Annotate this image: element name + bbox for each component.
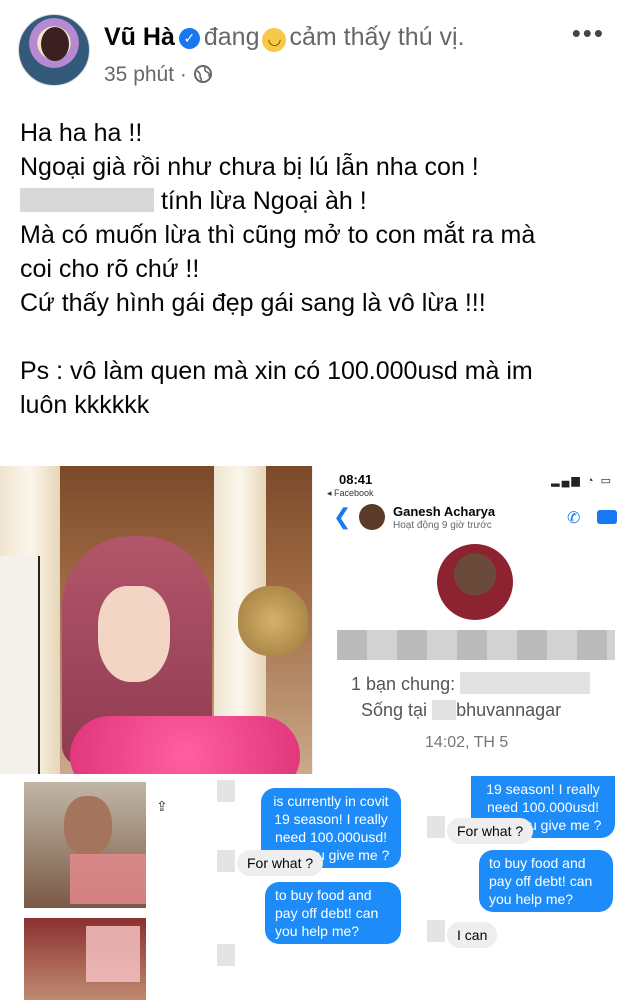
chat-timestamp: 14:02, TH 5 xyxy=(425,734,509,751)
phone-icon: ✆ xyxy=(567,510,581,527)
author-name[interactable]: Vũ Hà xyxy=(104,23,175,51)
woman-photo[interactable] xyxy=(0,466,312,774)
text-line: luôn kkkkkk xyxy=(20,391,150,419)
post-meta: 35 phút · xyxy=(104,62,213,88)
status-bar-icons: ▂▄▆ ◔ ▭ xyxy=(551,475,613,487)
blurred-avatar xyxy=(217,780,235,802)
contact-name: Ganesh Acharya xyxy=(393,504,496,519)
piano xyxy=(0,556,40,774)
back-chevron-icon: ❮ xyxy=(333,504,352,529)
blurred-avatar xyxy=(427,816,445,838)
messenger-screenshot-chat-2[interactable]: 19 season! I really need 100.000usd! Can… xyxy=(423,776,627,1000)
post-text: Ha ha ha !! Ngoại già rồi như chưa bị lú… xyxy=(20,116,610,422)
sent-message: to buy food and pay off debt! can you he… xyxy=(265,882,401,944)
contact-avatar-large xyxy=(437,544,513,620)
slightly-smiling-face-icon: ◡ xyxy=(262,28,287,52)
mutual-label: 1 bạn chung: xyxy=(351,674,456,694)
text-line: tính lừa Ngoại àh ! xyxy=(20,184,610,218)
received-message: For what ? xyxy=(237,850,324,876)
video-call-icon xyxy=(597,510,617,524)
more-options-button[interactable]: ••• xyxy=(572,20,605,46)
author-line: Vũ Hà ✓ đang ◡ cảm thấy thú vị. xyxy=(104,20,465,54)
blurred-avatar xyxy=(217,944,235,966)
globe-icon xyxy=(193,65,212,83)
blurred-avatar xyxy=(427,920,445,942)
messenger-screenshot-profile[interactable]: 08:41 ◂ Facebook ▂▄▆ ◔ ▭ ❮ Ganesh Achary… xyxy=(312,466,627,774)
contact-avatar-small xyxy=(359,504,385,530)
blurred-contact-name xyxy=(337,630,615,660)
received-message: For what ? xyxy=(447,818,534,844)
post-time[interactable]: 35 phút xyxy=(104,63,174,86)
blurred-mutual xyxy=(460,672,591,694)
text-line: Ngoại già rồi như chưa bị lú lẫn nha con… xyxy=(20,153,479,181)
status-back-link: ◂ Facebook xyxy=(327,488,374,498)
text-fragment: tính lừa Ngoại àh ! xyxy=(160,187,367,215)
feeling-text: cảm thấy thú vị. xyxy=(289,23,465,51)
lives-in: Sống tại bhuvannagar xyxy=(361,700,561,721)
status-time: 08:41 xyxy=(339,472,373,487)
text-line: Ps : vô làm quen mà xin có 100.000usd mà… xyxy=(20,357,533,385)
face xyxy=(98,586,170,682)
blurred-area xyxy=(86,926,140,982)
blurred-place xyxy=(432,700,457,720)
blurred-area xyxy=(70,854,146,904)
lives-place: bhuvannagar xyxy=(456,700,562,720)
text-line: Cứ thấy hình gái đẹp gái sang là vô lừa … xyxy=(20,289,486,317)
verified-check-icon: ✓ xyxy=(178,28,200,49)
contact-status: Hoạt động 9 giờ trước xyxy=(393,520,492,531)
post-photo-collage[interactable]: 08:41 ◂ Facebook ▂▄▆ ◔ ▭ ❮ Ganesh Achary… xyxy=(0,466,627,1000)
meta-separator: · xyxy=(179,63,187,86)
feeling-prefix: đang xyxy=(203,23,260,51)
messenger-screenshot-chat-1[interactable]: is currently in covit 19 season! I reall… xyxy=(213,776,419,1000)
author-avatar[interactable] xyxy=(18,14,90,86)
post-header: Vũ Hà ✓ đang ◡ cảm thấy thú vị. 35 phút · ••… xyxy=(0,0,627,100)
pink-fur-coat xyxy=(70,716,300,774)
blurred-name xyxy=(20,188,154,212)
blurred-avatar xyxy=(217,850,235,872)
video-call-photo[interactable] xyxy=(0,776,155,1000)
text-line: Mà có muốn lừa thì cũng mở to con mắt ra… xyxy=(20,221,536,249)
text-line: coi cho rõ chứ !! xyxy=(20,255,200,283)
gold-sculpture xyxy=(238,586,308,656)
text-line: Ha ha ha !! xyxy=(20,119,143,147)
sent-message: to buy food and pay off debt! can you he… xyxy=(479,850,613,912)
share-icon: ⇪ xyxy=(156,798,168,814)
mutual-friends: 1 bạn chung: xyxy=(351,672,591,695)
lives-prefix: Sống tại xyxy=(361,700,428,720)
received-message: I can xyxy=(447,922,498,948)
